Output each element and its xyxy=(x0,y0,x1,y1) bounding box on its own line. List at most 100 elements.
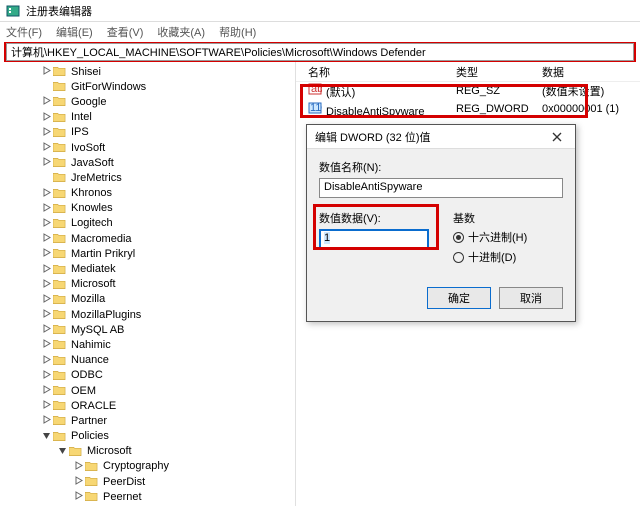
tree-item[interactable]: Google xyxy=(0,94,295,109)
tree-item[interactable]: Mozilla xyxy=(0,292,295,307)
chevron-icon[interactable] xyxy=(40,157,52,168)
chevron-icon[interactable] xyxy=(40,112,52,123)
tree-item-label: Microsoft xyxy=(69,278,118,290)
chevron-icon[interactable] xyxy=(56,446,68,457)
folder-icon xyxy=(52,81,66,93)
tree-item[interactable]: Nahimic xyxy=(0,337,295,352)
tree-item[interactable]: IPS xyxy=(0,125,295,140)
tree-item-label: Intel xyxy=(69,111,94,123)
value-type: REG_SZ xyxy=(456,85,542,97)
chevron-icon[interactable] xyxy=(40,355,52,366)
tree-item-label: Knowles xyxy=(69,202,115,214)
chevron-icon[interactable] xyxy=(40,294,52,305)
chevron-icon[interactable] xyxy=(40,324,52,335)
base-label: 基数 xyxy=(453,210,563,226)
chevron-icon[interactable] xyxy=(40,264,52,275)
chevron-icon[interactable] xyxy=(72,476,84,487)
tree-item[interactable]: Knowles xyxy=(0,201,295,216)
tree-item[interactable]: MozillaPlugins xyxy=(0,307,295,322)
tree-item[interactable]: Peernet xyxy=(0,489,295,504)
chevron-icon[interactable] xyxy=(40,142,52,153)
addressbar[interactable]: 计算机\HKEY_LOCAL_MACHINE\SOFTWARE\Policies… xyxy=(6,43,634,61)
chevron-icon[interactable] xyxy=(40,127,52,138)
col-name[interactable]: 名称 xyxy=(308,64,456,80)
folder-icon xyxy=(52,415,66,427)
chevron-icon[interactable] xyxy=(40,96,52,107)
folder-icon xyxy=(52,248,66,260)
tree-item[interactable]: Policies xyxy=(0,429,295,444)
chevron-icon[interactable] xyxy=(72,461,84,472)
folder-icon xyxy=(52,202,66,214)
tree-item[interactable]: MySQL AB xyxy=(0,322,295,337)
tree-item-label: Peernet xyxy=(101,491,144,503)
chevron-icon[interactable] xyxy=(40,248,52,259)
chevron-icon[interactable] xyxy=(72,491,84,502)
chevron-icon[interactable] xyxy=(40,233,52,244)
tree-item[interactable]: GitForWindows xyxy=(0,79,295,94)
chevron-icon[interactable] xyxy=(40,370,52,381)
tree-item-label: ODBC xyxy=(69,369,105,381)
chevron-icon[interactable] xyxy=(40,415,52,426)
tree-item[interactable]: Intel xyxy=(0,110,295,125)
cancel-button[interactable]: 取消 xyxy=(499,287,563,309)
menu-help[interactable]: 帮助(H) xyxy=(219,24,256,40)
data-field[interactable]: 1 xyxy=(319,229,429,249)
chevron-icon[interactable] xyxy=(40,431,52,442)
chevron-icon[interactable] xyxy=(40,279,52,290)
tree-item[interactable]: OEM xyxy=(0,383,295,398)
ok-button[interactable]: 确定 xyxy=(427,287,491,309)
value-data: 0x00000001 (1) xyxy=(542,103,640,115)
chevron-icon[interactable] xyxy=(40,385,52,396)
tree-item[interactable]: Logitech xyxy=(0,216,295,231)
folder-icon xyxy=(52,217,66,229)
tree-item[interactable]: ODBC xyxy=(0,368,295,383)
chevron-icon[interactable] xyxy=(40,400,52,411)
list-row[interactable]: 110DisableAntiSpywareREG_DWORD0x00000001… xyxy=(296,100,640,118)
menu-edit[interactable]: 编辑(E) xyxy=(56,24,93,40)
tree-item-label: MozillaPlugins xyxy=(69,309,143,321)
folder-icon xyxy=(52,309,66,321)
radio-hex[interactable]: 十六进制(H) xyxy=(453,229,563,245)
folder-icon xyxy=(84,460,98,472)
tree-item[interactable]: Nuance xyxy=(0,353,295,368)
folder-icon xyxy=(52,278,66,290)
folder-icon xyxy=(52,430,66,442)
folder-icon xyxy=(52,126,66,138)
value-type: REG_DWORD xyxy=(456,103,542,115)
radio-dec[interactable]: 十进制(D) xyxy=(453,249,563,265)
tree-item[interactable]: Shisei xyxy=(0,64,295,79)
chevron-icon[interactable] xyxy=(40,309,52,320)
menu-file[interactable]: 文件(F) xyxy=(6,24,42,40)
close-icon[interactable] xyxy=(543,127,571,147)
tree-item[interactable]: Microsoft xyxy=(0,444,295,459)
col-data[interactable]: 数据 xyxy=(542,64,640,80)
tree-item[interactable]: Partner xyxy=(0,413,295,428)
name-field[interactable]: DisableAntiSpyware xyxy=(319,178,563,198)
folder-icon xyxy=(52,293,66,305)
list-row[interactable]: ab(默认)REG_SZ(数值未设置) xyxy=(296,82,640,100)
tree-item[interactable]: IvoSoft xyxy=(0,140,295,155)
chevron-icon[interactable] xyxy=(40,339,52,350)
chevron-icon[interactable] xyxy=(40,203,52,214)
menu-view[interactable]: 查看(V) xyxy=(107,24,144,40)
tree-item[interactable]: PeerDist xyxy=(0,474,295,489)
tree-item[interactable]: Khronos xyxy=(0,186,295,201)
tree-item[interactable]: JreMetrics xyxy=(0,170,295,185)
chevron-icon[interactable] xyxy=(40,66,52,77)
tree-item[interactable]: Microsoft xyxy=(0,277,295,292)
col-type[interactable]: 类型 xyxy=(456,64,542,80)
tree-item[interactable]: Mediatek xyxy=(0,261,295,276)
tree-item[interactable]: SQMClient xyxy=(0,504,295,506)
tree-item[interactable]: JavaSoft xyxy=(0,155,295,170)
chevron-icon[interactable] xyxy=(40,188,52,199)
tree-item[interactable]: Cryptography xyxy=(0,459,295,474)
tree-item[interactable]: ORACLE xyxy=(0,398,295,413)
menu-favorites[interactable]: 收藏夹(A) xyxy=(157,24,205,40)
chevron-icon[interactable] xyxy=(40,218,52,229)
tree-item[interactable]: Macromedia xyxy=(0,231,295,246)
tree-pane[interactable]: ShiseiGitForWindowsGoogle Intel IPSIvoSoft… xyxy=(0,62,296,506)
tree-item[interactable]: Martin Prikryl xyxy=(0,246,295,261)
dialog-titlebar[interactable]: 编辑 DWORD (32 位)值 xyxy=(307,125,575,149)
value-data: (数值未设置) xyxy=(542,83,640,99)
tree-item-label: MySQL AB xyxy=(69,324,126,336)
